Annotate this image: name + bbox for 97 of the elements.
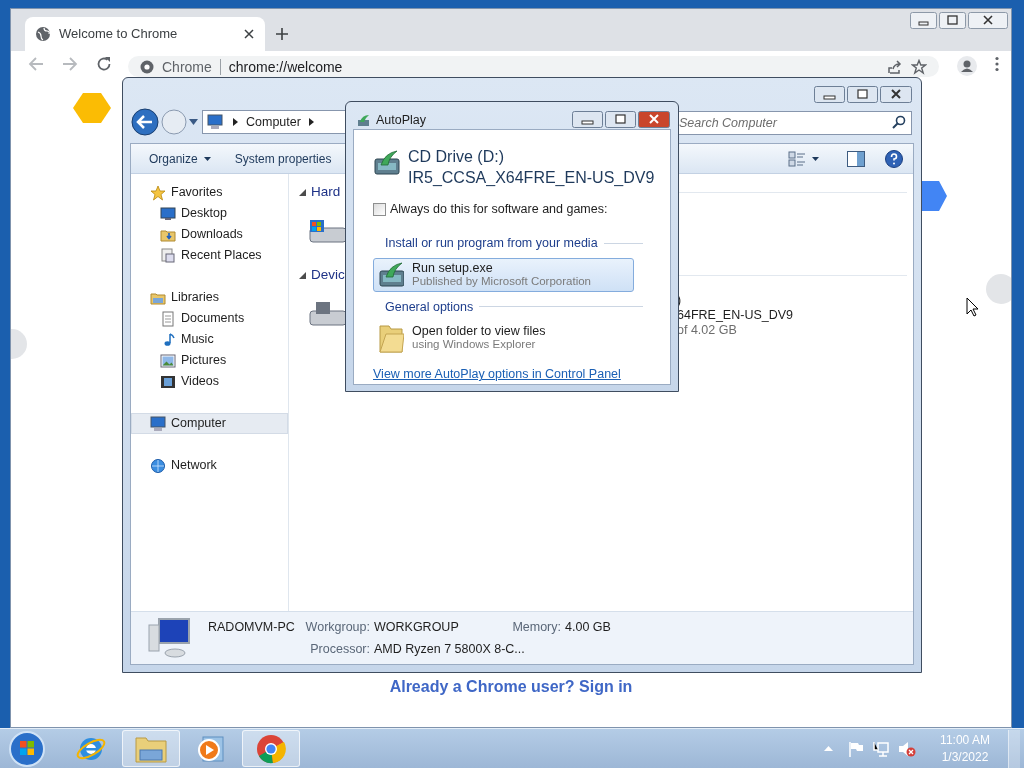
navigation-item[interactable]: Computer [131, 413, 288, 434]
close-icon[interactable] [968, 12, 1008, 29]
navigation-item[interactable]: Network [131, 455, 288, 476]
globe-icon [35, 26, 51, 42]
disc-drive-icon [308, 299, 348, 329]
muted-speaker-icon[interactable] [898, 740, 916, 757]
navigation-item[interactable]: Favorites [131, 182, 288, 203]
film-icon [160, 373, 176, 390]
collapse-icon[interactable] [299, 271, 306, 279]
detail-label: Memory: [512, 618, 561, 636]
detail-label: Workgroup: [305, 618, 370, 636]
navigation-item[interactable]: Music [131, 329, 288, 350]
taskbar-button[interactable] [242, 730, 300, 767]
navigation-item[interactable]: Documents [131, 308, 288, 329]
caret-icon[interactable] [812, 156, 819, 161]
view-options-icon[interactable] [788, 150, 806, 167]
browser-logo-icon [256, 733, 286, 764]
option-subtitle: Published by Microsoft Corporation [412, 274, 591, 288]
navigation-item[interactable]: Desktop [131, 203, 288, 224]
option-subtitle: using Windows Explorer [412, 338, 537, 352]
maximize-icon[interactable] [847, 86, 878, 103]
command-button[interactable]: Organize [139, 146, 221, 171]
always-checkbox[interactable]: Always do this for software and games: [373, 200, 643, 219]
minimize-icon[interactable] [572, 111, 603, 128]
clock-time: 11:00 AM [940, 731, 990, 749]
group-heading[interactable]: Hard [311, 181, 341, 203]
autoplay-option[interactable]: Run setup.exe Published by Microsoft Corporation [373, 257, 634, 292]
browser-tab[interactable]: Welcome to Chrome [25, 17, 265, 51]
back-button-icon[interactable] [131, 108, 159, 136]
clock-date: 1/3/2022 [941, 748, 989, 766]
chevron-icon [233, 118, 238, 126]
reload-icon[interactable] [96, 56, 112, 72]
globe-icon [150, 457, 166, 474]
option-title: Open folder to view files [412, 325, 546, 339]
navigation-item[interactable]: Videos [131, 371, 288, 392]
computer-name: RADOMVM-PC [208, 618, 296, 636]
detail-label: Processor: [309, 640, 370, 658]
profile-icon[interactable] [957, 56, 977, 76]
section-heading: Install or run program from your media [385, 234, 598, 252]
close-icon[interactable] [638, 111, 670, 128]
menu-icon[interactable] [995, 56, 999, 72]
volume-label: IR5_CCSA_X64FRE_EN-US_DV9 [408, 168, 655, 188]
maximize-icon[interactable] [605, 111, 636, 128]
sign-in-link[interactable]: Already a Chrome user? Sign in [389, 677, 633, 696]
taskbar-button[interactable] [122, 730, 180, 767]
navigation-item[interactable]: Downloads [131, 224, 288, 245]
drive-name: CD Drive (D:) [408, 147, 505, 167]
autoplay-option[interactable]: Open folder to view files using Windows Explorer [373, 321, 634, 356]
caret-icon [203, 156, 211, 161]
detail-value: WORKGROUP [374, 618, 460, 636]
close-icon[interactable] [243, 28, 255, 40]
share-icon[interactable] [887, 58, 903, 75]
drive-icon [357, 114, 370, 127]
computer-icon [147, 617, 193, 659]
start-button-icon[interactable] [8, 729, 46, 768]
navigation-item[interactable]: Pictures [131, 350, 288, 371]
drive-label-text: 64FRE_EN-US_DV9 [677, 308, 793, 323]
navigation-item[interactable]: Libraries [131, 287, 288, 308]
address-bar[interactable]: Chrome chrome://welcome [128, 56, 939, 77]
folder-icon [378, 322, 404, 355]
section-heading: General options [385, 298, 474, 316]
monitor-icon [160, 205, 176, 222]
dialog-title: AutoPlay [376, 112, 427, 129]
collapse-icon[interactable] [299, 188, 306, 196]
folder-icon [135, 734, 167, 763]
network-icon[interactable] [873, 740, 889, 757]
detail-value: AMD Ryzen 7 5800X 8-C... [374, 640, 525, 658]
star-icon[interactable] [911, 58, 927, 75]
computer-icon [207, 114, 225, 130]
dropdown-icon[interactable] [189, 119, 198, 125]
url-text: chrome://welcome [228, 58, 344, 75]
option-title: Run setup.exe [412, 261, 494, 275]
chevron-icon [308, 118, 314, 126]
maximize-icon[interactable] [939, 12, 966, 29]
preview-pane-icon[interactable] [847, 150, 865, 167]
installer-icon [378, 261, 404, 288]
new-tab-icon[interactable] [275, 27, 289, 41]
navigation-item[interactable]: Recent Places [131, 245, 288, 266]
drive-icon [373, 150, 401, 178]
image-icon [160, 352, 176, 369]
detail-value: 4.00 GB [565, 618, 611, 636]
browser-logo-icon [140, 59, 154, 74]
minimize-icon[interactable] [910, 12, 937, 29]
search-icon [892, 115, 906, 129]
document-icon [160, 310, 176, 327]
computer-icon [150, 415, 166, 432]
group-heading[interactable]: Devic [311, 264, 345, 286]
close-icon[interactable] [880, 86, 912, 103]
control-panel-link[interactable]: View more AutoPlay options in Control Panel [373, 365, 643, 384]
star-icon [150, 184, 166, 201]
help-icon[interactable] [885, 149, 903, 168]
site-label: Chrome [162, 58, 212, 75]
minimize-icon[interactable] [814, 86, 845, 103]
command-button[interactable]: System properties [224, 146, 342, 171]
window-stack-icon [160, 247, 176, 264]
cursor-icon [966, 297, 979, 317]
media-player-icon [197, 734, 225, 763]
